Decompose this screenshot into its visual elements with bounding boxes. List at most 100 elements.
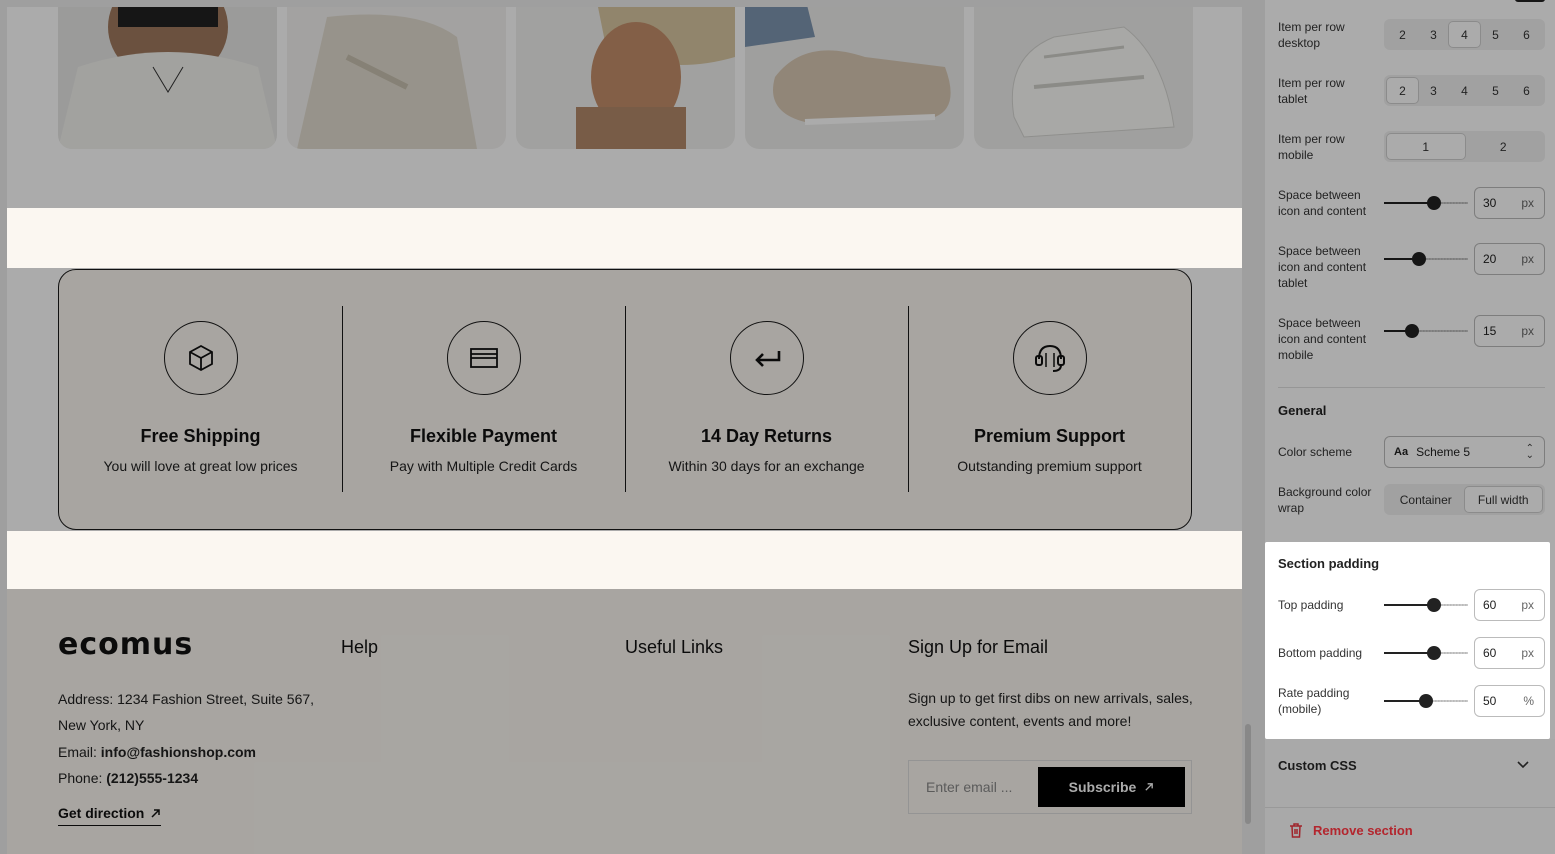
- per-row-option[interactable]: 1: [1387, 134, 1465, 159]
- slider-knob[interactable]: [1419, 694, 1433, 708]
- per-row-mobile-label: Item per row mobile: [1278, 132, 1345, 162]
- signup-description: Sign up to get first dibs on new arrival…: [908, 690, 1193, 729]
- input-unit: %: [1523, 694, 1534, 708]
- per-row-option[interactable]: 2: [1465, 134, 1543, 159]
- per-row-option[interactable]: 2: [1387, 78, 1418, 103]
- per-row-desktop-selector: 2 3 4 5 6: [1384, 19, 1545, 50]
- footer-signup-heading: Sign Up for Email: [908, 637, 1049, 657]
- color-scheme-select[interactable]: Aa Scheme 5 ⌃ ⌄: [1384, 436, 1545, 468]
- footer-email: Email: info@fashionshop.com: [58, 739, 256, 765]
- input-value: 60: [1483, 646, 1497, 660]
- space-tablet-input[interactable]: 20 px: [1474, 243, 1545, 275]
- space-mobile-label: Space between icon and content mobile: [1278, 316, 1367, 362]
- slider-knob[interactable]: [1427, 196, 1441, 210]
- slider-knob[interactable]: [1412, 252, 1426, 266]
- feature-item: 14 Day Returns Within 30 days for an exc…: [625, 270, 908, 529]
- space-desktop-slider[interactable]: [1384, 193, 1468, 213]
- per-row-option[interactable]: 3: [1418, 78, 1449, 103]
- footer-useful-links-heading[interactable]: Useful Links: [625, 637, 723, 658]
- footer-phone: Phone: (212)555-1234: [58, 765, 198, 791]
- gallery-image[interactable]: [287, 7, 506, 149]
- per-row-tablet-selector: 2 3 4 5 6: [1384, 75, 1545, 106]
- section-padding-group: Section padding Top padding 60 px Bottom …: [1265, 542, 1550, 739]
- per-row-option[interactable]: 2: [1387, 22, 1418, 47]
- per-row-option[interactable]: 6: [1511, 78, 1542, 103]
- bg-wrap-selector: Container Full width: [1384, 484, 1545, 515]
- top-padding-input[interactable]: 60 px: [1474, 589, 1545, 621]
- box-icon: [163, 321, 238, 395]
- per-row-option[interactable]: 3: [1418, 22, 1449, 47]
- return-arrow-icon: [729, 321, 804, 395]
- input-unit: px: [1521, 324, 1534, 338]
- per-row-option[interactable]: 4: [1449, 78, 1480, 103]
- input-unit: px: [1521, 646, 1534, 660]
- input-value: 20: [1483, 252, 1497, 266]
- footer-address: Address: 1234 Fashion Street, Suite 567,: [58, 691, 315, 707]
- trash-icon: [1290, 823, 1302, 838]
- space-desktop-input[interactable]: 30 px: [1474, 187, 1545, 219]
- site-footer: ecomus Address: 1234 Fashion Street, Sui…: [7, 589, 1242, 854]
- feature-title: 14 Day Returns: [700, 426, 833, 446]
- gallery-image[interactable]: [974, 7, 1193, 149]
- per-row-option[interactable]: 5: [1480, 78, 1511, 103]
- footer-address-city: New York, NY: [58, 717, 145, 733]
- feature-title: Premium Support: [973, 426, 1125, 446]
- get-direction-link[interactable]: Get direction: [58, 805, 162, 826]
- image-gallery-row: [58, 7, 1193, 149]
- gallery-image[interactable]: [516, 7, 735, 149]
- top-padding-slider[interactable]: [1384, 595, 1468, 615]
- panel-divider: [1278, 387, 1545, 388]
- footer-email-link[interactable]: info@fashionshop.com: [101, 744, 256, 760]
- arrow-up-right-icon: [151, 808, 161, 818]
- per-row-desktop-label: Item per row desktop: [1278, 20, 1345, 50]
- preview-scrollbar[interactable]: [1245, 724, 1251, 824]
- per-row-option[interactable]: 4: [1449, 22, 1480, 47]
- panel-top-control[interactable]: [1515, 0, 1545, 2]
- email-input[interactable]: Enter email ...: [926, 779, 1012, 795]
- brand-logo[interactable]: ecomus: [58, 627, 193, 662]
- space-mobile-input[interactable]: 15 px: [1474, 315, 1545, 347]
- bottom-padding-slider[interactable]: [1384, 643, 1468, 663]
- features-section: Free Shipping You will love at great low…: [58, 269, 1192, 530]
- rate-padding-slider[interactable]: [1384, 691, 1468, 711]
- bg-wrap-option[interactable]: Container: [1387, 487, 1465, 512]
- panel-bottom-area: Custom CSS Remove section: [1265, 739, 1555, 854]
- feature-description: You will love at great low prices: [103, 458, 298, 474]
- slider-knob[interactable]: [1427, 598, 1441, 612]
- input-value: 15: [1483, 324, 1497, 338]
- footer-help-heading[interactable]: Help: [341, 637, 378, 658]
- subscribe-button[interactable]: Subscribe: [1038, 767, 1185, 807]
- rate-padding-input[interactable]: 50%: [1474, 685, 1545, 717]
- feature-item: Premium Support Outstanding premium supp…: [908, 270, 1191, 529]
- color-scheme-value: Scheme 5: [1416, 445, 1471, 459]
- page-preview: Free Shipping You will love at great low…: [7, 7, 1242, 854]
- custom-css-toggle[interactable]: Custom CSS: [1278, 758, 1357, 773]
- chevron-up-down-icon: ⌃ ⌄: [1525, 443, 1534, 461]
- footer-phone-link[interactable]: (212)555-1234: [106, 770, 198, 786]
- feature-description: Within 30 days for an exchange: [668, 458, 865, 474]
- chevron-down-icon[interactable]: [1517, 761, 1529, 769]
- slider-knob[interactable]: [1427, 646, 1441, 660]
- headset-icon: [1012, 321, 1087, 395]
- space-tablet-slider[interactable]: [1384, 249, 1468, 269]
- remove-section-button[interactable]: Remove section: [1289, 823, 1413, 838]
- feature-title: Free Shipping: [140, 426, 261, 446]
- bg-wrap-option[interactable]: Full width: [1464, 487, 1542, 512]
- gallery-image[interactable]: [58, 7, 277, 149]
- section-padding-heading: Section padding: [1278, 556, 1380, 571]
- input-value: 30: [1483, 196, 1497, 210]
- feature-description: Outstanding premium support: [957, 458, 1142, 474]
- space-mobile-slider[interactable]: [1384, 321, 1468, 341]
- general-heading: General: [1278, 403, 1327, 418]
- arrow-up-right-icon: [1145, 783, 1154, 791]
- footer-phone-label: Phone:: [58, 770, 107, 786]
- per-row-option[interactable]: 5: [1480, 22, 1511, 47]
- color-scheme-label: Color scheme: [1278, 445, 1353, 459]
- bottom-padding-label: Bottom padding: [1278, 646, 1363, 660]
- remove-section-label: Remove section: [1313, 823, 1413, 838]
- gallery-image[interactable]: [745, 7, 964, 149]
- input-unit: px: [1521, 196, 1534, 210]
- per-row-option[interactable]: 6: [1511, 22, 1542, 47]
- slider-knob[interactable]: [1405, 324, 1419, 338]
- bottom-padding-input[interactable]: 60 px: [1474, 637, 1545, 669]
